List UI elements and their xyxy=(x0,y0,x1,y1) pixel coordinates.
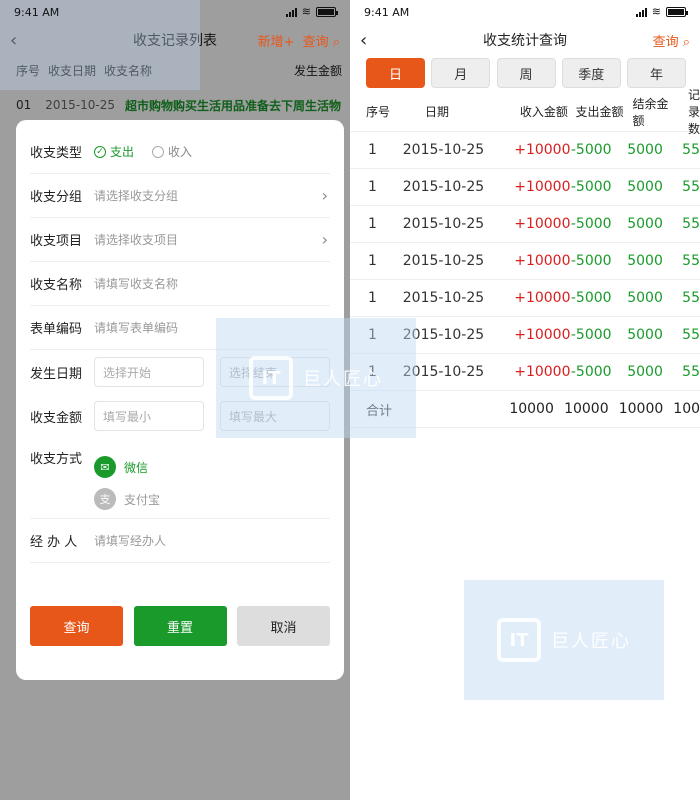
tab-month[interactable]: 月 xyxy=(431,58,491,88)
table-cell: 5000 xyxy=(627,216,663,232)
table-cell: 5000 xyxy=(627,327,663,343)
table-cell: 55 xyxy=(682,253,700,269)
table-cell: 5000 xyxy=(627,179,663,195)
table-cell: 1 xyxy=(368,179,377,195)
watermark: IT 巨人匠心 xyxy=(216,318,416,438)
table-cell: +10000 xyxy=(514,142,571,158)
table-cell: +10000 xyxy=(514,364,571,380)
table-cell: 55 xyxy=(682,327,700,343)
pay-wechat-option[interactable]: ✉ 微信 xyxy=(94,456,160,478)
table-cell: 5000 xyxy=(627,142,663,158)
table-cell: 1 xyxy=(368,216,377,232)
name-field[interactable]: 收支名称 请填写收支名称 xyxy=(30,262,330,306)
signal-icon xyxy=(635,7,647,17)
battery-icon xyxy=(666,7,688,17)
table-cell: +10000 xyxy=(514,253,571,269)
wifi-icon: ≋ xyxy=(651,5,661,18)
watermark-text: 巨人匠心 xyxy=(551,631,631,652)
table-cell: 2015-10-25 xyxy=(402,142,485,158)
table-cell: 2015-10-25 xyxy=(402,253,485,269)
table-cell: -5000 xyxy=(570,142,612,158)
status-bar: 9:41 AM ≋ xyxy=(350,0,700,24)
table-row[interactable]: 1 2015-10-25 +10000 -5000 5000 55 xyxy=(350,206,700,243)
table-cell: 55 xyxy=(682,142,700,158)
table-cell: 55 xyxy=(682,290,700,306)
date-start-field[interactable]: 选择开始 xyxy=(94,357,204,387)
table-row[interactable]: 1 2015-10-25 +10000 -5000 5000 55 xyxy=(350,243,700,280)
query-button[interactable]: 查询 ⌕ xyxy=(303,31,340,50)
signal-icon xyxy=(285,7,297,17)
watermark-text: 巨人匠心 xyxy=(303,369,383,390)
table-cell: 2015-10-25 xyxy=(402,290,485,306)
table-cell: -5000 xyxy=(570,327,612,343)
table-row[interactable]: 1 2015-10-25 +10000 -5000 5000 55 xyxy=(350,132,700,169)
search-icon: ⌕ xyxy=(332,34,340,50)
table-cell: 5000 xyxy=(627,290,663,306)
tab-year[interactable]: 年 xyxy=(627,58,686,88)
item-select[interactable]: 收支项目 请选择收支项目 › xyxy=(30,218,330,262)
table-cell: +10000 xyxy=(514,179,571,195)
type-expense-radio[interactable]: ✓ 支出 xyxy=(94,143,134,160)
table-cell: +10000 xyxy=(514,327,571,343)
tab-day[interactable]: 日 xyxy=(366,58,425,88)
tab-quarter[interactable]: 季度 xyxy=(561,58,621,88)
table-cell: 1 xyxy=(368,142,377,158)
table-cell: 5000 xyxy=(627,253,663,269)
battery-icon xyxy=(316,7,338,17)
table-row[interactable]: 1 2015-10-25 +10000 -5000 5000 55 xyxy=(350,169,700,206)
check-icon: ✓ xyxy=(94,145,106,158)
table-cell: +10000 xyxy=(514,290,571,306)
radio-icon xyxy=(152,145,165,158)
table-cell: 1 xyxy=(368,253,377,269)
cancel-button[interactable]: 取消 xyxy=(237,606,330,646)
handler-field[interactable]: 经 办 人 请填写经办人 xyxy=(30,519,330,563)
back-icon[interactable]: ‹ xyxy=(360,30,380,51)
chevron-right-icon: › xyxy=(321,230,328,249)
nav-bar: ‹ 收支统计查询 查询 ⌕ xyxy=(350,24,700,56)
table-row[interactable]: 1 2015-10-25 +10000 -5000 5000 55 xyxy=(350,280,700,317)
type-income-radio[interactable]: 收入 xyxy=(152,143,192,160)
table-cell: 2015-10-25 xyxy=(402,216,485,232)
reset-button[interactable]: 重置 xyxy=(133,606,227,646)
status-bar: 9:41 AM ≋ xyxy=(0,0,350,24)
page-title: 收支统计查询 xyxy=(483,33,567,49)
table-header: 序号 日期 收入金额 支出金额 结余金额 记录数 xyxy=(350,88,700,136)
amount-min-field[interactable]: 填写最小 xyxy=(94,401,204,431)
table-cell: -5000 xyxy=(570,216,612,232)
query-button[interactable]: 查询 ⌕ xyxy=(653,31,690,50)
watermark: IT 巨人匠心 xyxy=(464,580,664,700)
type-row: 收支类型 ✓ 支出 收入 xyxy=(30,130,330,174)
table-cell: -5000 xyxy=(570,179,612,195)
period-tabs: 日 月 周 季度 年 xyxy=(350,58,700,88)
table-cell: +10000 xyxy=(514,216,571,232)
table-cell: 55 xyxy=(682,179,700,195)
watermark-logo: IT xyxy=(497,618,541,662)
table-cell: 2015-10-25 xyxy=(402,179,485,195)
search-icon: ⌕ xyxy=(682,34,690,50)
alipay-icon: 支 xyxy=(94,488,116,510)
tab-week[interactable]: 周 xyxy=(496,58,556,88)
table-cell: 55 xyxy=(682,216,700,232)
chevron-right-icon: › xyxy=(321,186,328,205)
table-cell: 1 xyxy=(368,290,377,306)
add-button[interactable]: 新增+ xyxy=(258,31,295,50)
group-select[interactable]: 收支分组 请选择收支分组 › xyxy=(30,174,330,218)
table-cell: 55 xyxy=(682,364,700,380)
status-time: 9:41 AM xyxy=(364,5,410,19)
wechat-icon: ✉ xyxy=(94,456,116,478)
pay-alipay-option[interactable]: 支支付宝 xyxy=(94,488,160,510)
status-time: 9:41 AM xyxy=(14,5,60,19)
wifi-icon: ≋ xyxy=(301,5,311,18)
query-submit-button[interactable]: 查询 xyxy=(30,606,123,646)
table-cell: -5000 xyxy=(570,290,612,306)
table-cell: 5000 xyxy=(627,364,663,380)
watermark-logo: IT xyxy=(249,356,293,400)
table-cell: -5000 xyxy=(570,253,612,269)
table-cell: -5000 xyxy=(570,364,612,380)
pay-row: 收支方式 ✉ 微信 支支付宝 xyxy=(30,438,330,519)
